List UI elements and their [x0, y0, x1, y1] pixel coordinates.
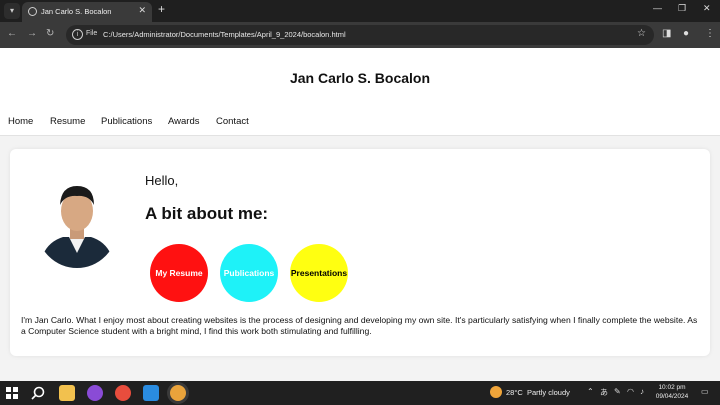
clock[interactable]: 10:02 pm 09/04/2024 [652, 384, 692, 401]
about-card: Hello, A bit about me: My Resume Publica… [10, 149, 710, 356]
app-icon[interactable] [87, 385, 103, 401]
file-chip: File [86, 30, 98, 37]
vscode-icon[interactable] [143, 385, 159, 401]
minimize-icon[interactable]: — [653, 3, 662, 13]
profile-icon[interactable]: ● [683, 28, 689, 39]
tab-search-icon[interactable]: ▾ [4, 3, 20, 19]
forward-icon[interactable]: → [27, 28, 37, 39]
close-window-icon[interactable]: ✕ [703, 3, 711, 14]
publications-button[interactable]: Publications [220, 244, 278, 302]
volume-icon[interactable]: ♪ [640, 387, 644, 396]
file-explorer-icon[interactable] [59, 385, 75, 401]
bookmark-star-icon[interactable]: ☆ [637, 28, 646, 39]
side-panel-icon[interactable]: ◨ [662, 28, 671, 39]
restore-icon[interactable]: ❐ [678, 3, 686, 14]
info-icon[interactable]: i [72, 29, 83, 40]
back-icon[interactable]: ← [7, 28, 17, 39]
new-tab-button[interactable]: + [158, 2, 165, 16]
reload-icon[interactable]: ↻ [46, 28, 54, 39]
address-toolbar: ← → ↻ i File C:/Users/Administrator/Docu… [0, 22, 720, 48]
web-page: Jan Carlo S. Bocalon Home Resume Publica… [0, 48, 720, 381]
nav-awards[interactable]: Awards [168, 116, 200, 127]
profile-photo [37, 173, 117, 268]
browser-tab[interactable]: Jan Carlo S. Bocalon ✕ [22, 2, 152, 22]
close-tab-icon[interactable]: ✕ [138, 5, 146, 16]
weather-widget[interactable]: 28°C Partly cloudy [506, 388, 570, 397]
nav-home[interactable]: Home [8, 116, 33, 127]
pen-icon[interactable]: ✎ [614, 387, 621, 396]
address-bar[interactable]: i File C:/Users/Administrator/Documents/… [66, 25, 654, 45]
url-text[interactable]: C:/Users/Administrator/Documents/Templat… [103, 30, 346, 39]
chrome-active-icon[interactable] [170, 385, 186, 401]
presentations-button[interactable]: Presentations [290, 244, 348, 302]
nav-resume[interactable]: Resume [50, 116, 85, 127]
search-icon[interactable] [30, 385, 46, 401]
menu-dots-icon[interactable]: ⋮ [705, 28, 715, 39]
chrome-icon[interactable] [115, 385, 131, 401]
my-resume-button[interactable]: My Resume [150, 244, 208, 302]
browser-tab-bar: ▾ Jan Carlo S. Bocalon ✕ + — ❐ ✕ [0, 0, 720, 22]
nav-publications[interactable]: Publications [101, 116, 152, 127]
site-title: Jan Carlo S. Bocalon [289, 70, 431, 86]
site-header: Jan Carlo S. Bocalon Home Resume Publica… [0, 48, 720, 136]
tab-title: Jan Carlo S. Bocalon [41, 7, 112, 16]
language-icon[interactable]: あ [600, 387, 608, 398]
nav-contact[interactable]: Contact [216, 116, 249, 127]
weather-icon [490, 386, 502, 398]
wifi-icon[interactable]: ◠ [627, 387, 634, 396]
windows-taskbar: 28°C Partly cloudy ⌃ あ ✎ ◠ ♪ 10:02 pm 09/… [0, 381, 720, 405]
about-heading: A bit about me: [145, 204, 269, 223]
greeting-text: Hello, [145, 173, 179, 188]
globe-icon [28, 7, 37, 16]
tray-chevron-icon[interactable]: ⌃ [587, 387, 594, 396]
about-description: I'm Jan Carlo. What I enjoy most about c… [21, 315, 698, 336]
notification-icon[interactable]: ▭ [701, 387, 709, 396]
windows-start-icon[interactable] [4, 385, 20, 401]
